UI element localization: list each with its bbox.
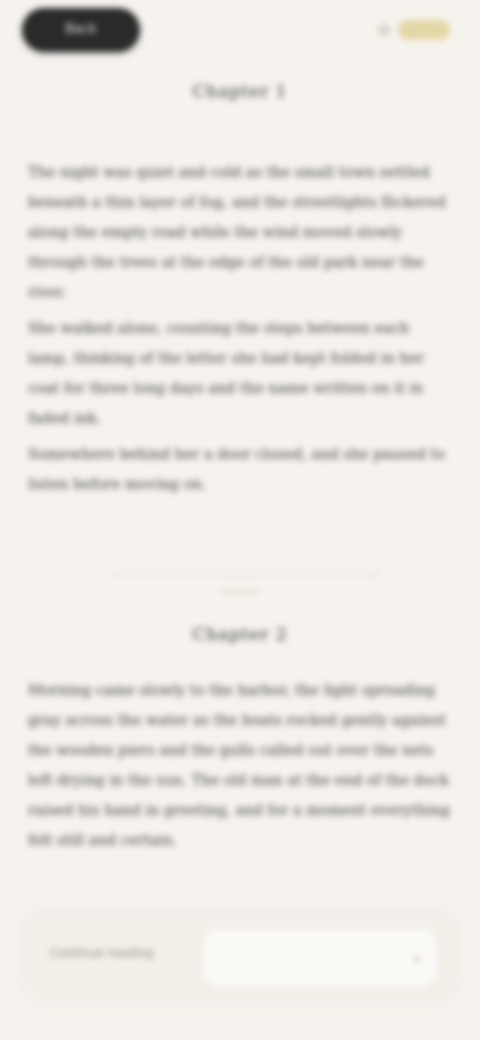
paragraph: The night was quiet and cold as the smal… [28, 165, 446, 301]
back-button[interactable]: Back [22, 8, 140, 52]
chapter-title-next: Chapter 2 [192, 625, 288, 645]
chapter-divider [110, 574, 380, 575]
bottom-panel: Continue reading [24, 916, 456, 1002]
paragraph: Somewhere behind her a door closed, and … [28, 447, 446, 493]
reader-input[interactable] [204, 930, 436, 986]
divider-ornament [222, 590, 258, 593]
progress-toggle[interactable] [398, 20, 450, 40]
settings-icon[interactable] [378, 24, 390, 36]
chapter-body: The night was quiet and cold as the smal… [28, 158, 454, 506]
continue-hint[interactable]: Continue reading [50, 946, 200, 960]
reader-page: Back Chapter 1 The night was quiet and c… [0, 0, 480, 1040]
send-icon[interactable] [412, 954, 422, 964]
paragraph: She walked alone, counting the steps bet… [28, 321, 425, 427]
paragraph: Morning came slowly to the harbor, the l… [28, 683, 450, 849]
chapter-body-next: Morning came slowly to the harbor, the l… [28, 676, 454, 862]
chapter-title: Chapter 1 [192, 82, 288, 102]
reader-controls [354, 16, 450, 44]
top-bar: Back [0, 0, 480, 62]
